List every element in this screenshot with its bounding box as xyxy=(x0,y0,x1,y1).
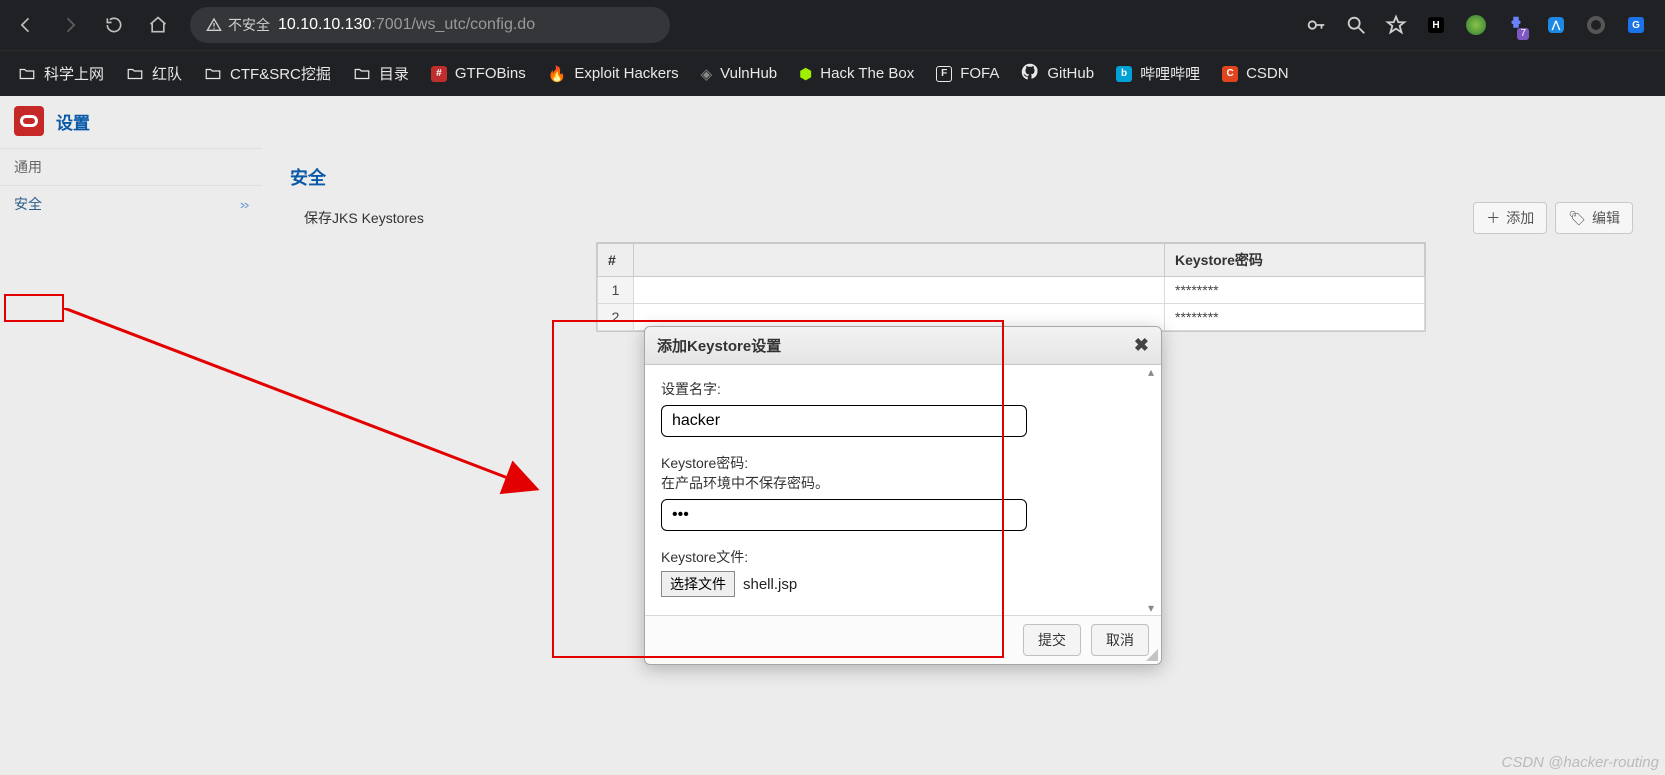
password-input[interactable] xyxy=(661,499,1027,531)
main-panel: 安全 保存JKS Keystores ＋添加 🏷编辑 # Keystore密码 xyxy=(262,148,1665,332)
sidebar-item-security[interactable]: 安全 » xyxy=(0,185,262,222)
extension-g-icon[interactable]: G xyxy=(1625,14,1647,36)
page-body: 设置 通用 安全 » 安全 保存JKS Keystores ＋添加 🏷编辑 xyxy=(0,96,1665,775)
name-label: 设置名字: xyxy=(661,379,1145,399)
submit-button[interactable]: 提交 xyxy=(1023,624,1081,656)
extension-h-icon[interactable]: H xyxy=(1425,14,1447,36)
scroll-up-icon: ▴ xyxy=(1148,365,1154,379)
password-label: Keystore密码: xyxy=(661,453,1145,473)
choose-file-button[interactable]: 选择文件 xyxy=(661,571,735,597)
col-hidden xyxy=(634,244,1165,277)
bookmark-folder[interactable]: 目录 xyxy=(353,63,409,84)
password-hint: 在产品环境中不保存密码。 xyxy=(661,473,1145,493)
browser-toolbar: 不安全 10.10.10.130:7001/ws_utc/config.do H… xyxy=(0,0,1665,50)
nav-home-button[interactable] xyxy=(140,7,176,43)
nav-back-button[interactable] xyxy=(8,7,44,43)
bookmark-folder[interactable]: CTF&SRC挖掘 xyxy=(204,63,331,84)
edit-button[interactable]: 🏷编辑 xyxy=(1555,202,1633,234)
section-heading: 安全 xyxy=(290,164,1641,190)
bookmark-folder[interactable]: 科学上网 xyxy=(18,63,104,84)
bookmark-gtfobins[interactable]: #GTFOBins xyxy=(431,65,526,82)
annotation-arrow xyxy=(64,308,564,508)
bookmark-star-icon[interactable] xyxy=(1385,14,1407,36)
address-bar[interactable]: 不安全 10.10.10.130:7001/ws_utc/config.do xyxy=(190,7,670,43)
extension-puzzle-icon[interactable]: 7 xyxy=(1505,14,1527,36)
name-input[interactable] xyxy=(661,405,1027,437)
fofa-icon: F xyxy=(936,66,952,82)
cube-icon: ⬢ xyxy=(799,65,812,83)
insecure-label: 不安全 xyxy=(228,15,270,35)
dialog-header[interactable]: 添加Keystore设置 ✖ xyxy=(645,327,1161,365)
insecure-badge: 不安全 xyxy=(206,15,270,35)
nav-reload-button[interactable] xyxy=(96,7,132,43)
resize-grip[interactable] xyxy=(1144,647,1158,661)
dialog-title: 添加Keystore设置 xyxy=(657,335,781,356)
bookmarks-bar: 科学上网 红队 CTF&SRC挖掘 目录 #GTFOBins 🔥Exploit … xyxy=(0,50,1665,96)
dialog-footer: 提交 取消 xyxy=(645,615,1161,664)
gtfo-icon: # xyxy=(431,66,447,82)
zoom-icon[interactable] xyxy=(1345,14,1367,36)
bookmark-vulnhub[interactable]: ◈VulnHub xyxy=(701,65,778,83)
bili-icon: b xyxy=(1116,66,1132,82)
dialog-scrollbar[interactable]: ▴▾ xyxy=(1143,365,1159,615)
bookmark-github[interactable]: GitHub xyxy=(1021,63,1094,85)
col-index: # xyxy=(598,244,634,277)
oracle-logo xyxy=(14,106,44,136)
nav-forward-button[interactable] xyxy=(52,7,88,43)
arrow-left-icon xyxy=(16,15,36,35)
extension-badge: 7 xyxy=(1517,28,1529,40)
chevron-right-icon: » xyxy=(239,197,249,212)
table-toolbar: ＋添加 🏷编辑 xyxy=(596,202,1641,234)
keystore-table: # Keystore密码 1******** 2******** xyxy=(596,242,1426,332)
add-keystore-dialog: 添加Keystore设置 ✖ 设置名字: Keystore密码: 在产品环境中不… xyxy=(644,326,1162,665)
diamond-icon: ◈ xyxy=(701,65,713,83)
add-button[interactable]: ＋添加 xyxy=(1473,202,1547,234)
extension-blue-icon[interactable]: ⋀ xyxy=(1545,14,1567,36)
dialog-close-button[interactable]: ✖ xyxy=(1134,335,1149,356)
cancel-button[interactable]: 取消 xyxy=(1091,624,1149,656)
bookmark-hackthebox[interactable]: ⬢Hack The Box xyxy=(799,65,914,83)
bookmark-csdn[interactable]: CCSDN xyxy=(1222,65,1289,82)
sidebar: 通用 安全 » xyxy=(0,148,262,332)
tag-icon: 🏷 xyxy=(1568,210,1586,227)
bookmark-fofa[interactable]: FFOFA xyxy=(936,65,999,82)
extension-circle-icon[interactable] xyxy=(1585,14,1607,36)
chrome-right-icons: H 7 ⋀ G xyxy=(1305,14,1657,36)
col-password: Keystore密码 xyxy=(1165,244,1425,277)
dialog-body: 设置名字: Keystore密码: 在产品环境中不保存密码。 Keystore文… xyxy=(645,365,1161,615)
password-key-icon[interactable] xyxy=(1305,14,1327,36)
scroll-down-icon: ▾ xyxy=(1148,601,1154,615)
bookmark-bilibili[interactable]: b哔哩哔哩 xyxy=(1116,63,1200,84)
warning-icon xyxy=(206,17,222,33)
page-header: 设置 xyxy=(0,96,1665,148)
watermark: CSDN @hacker-routing xyxy=(1501,754,1659,771)
plus-icon: ＋ xyxy=(1486,208,1500,228)
sidebar-item-general[interactable]: 通用 xyxy=(0,148,262,185)
github-icon xyxy=(1021,63,1039,85)
page-title: 设置 xyxy=(56,109,90,134)
reload-icon xyxy=(104,15,124,35)
selected-file-name: shell.jsp xyxy=(743,576,797,593)
bookmark-folder[interactable]: 红队 xyxy=(126,63,182,84)
extension-green-icon[interactable] xyxy=(1465,14,1487,36)
bookmark-exploit[interactable]: 🔥Exploit Hackers xyxy=(548,65,679,83)
arrow-right-icon xyxy=(60,15,80,35)
csdn-icon: C xyxy=(1222,66,1238,82)
table-row[interactable]: 1******** xyxy=(598,277,1425,304)
url-text: 10.10.10.130:7001/ws_utc/config.do xyxy=(278,16,535,34)
flame-icon: 🔥 xyxy=(548,65,567,83)
file-label: Keystore文件: xyxy=(661,547,1145,567)
home-icon xyxy=(148,15,168,35)
browser-chrome: 不安全 10.10.10.130:7001/ws_utc/config.do H… xyxy=(0,0,1665,96)
